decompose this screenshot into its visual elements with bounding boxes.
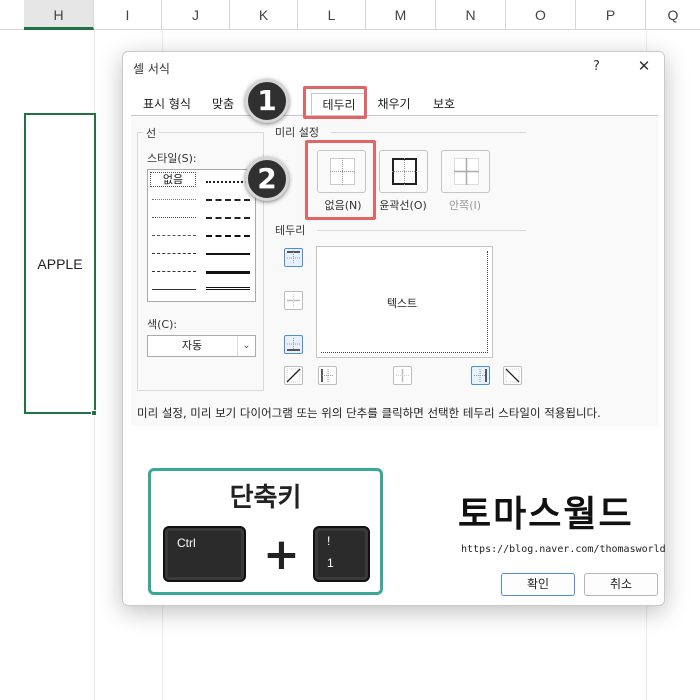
fill-handle[interactable] (91, 410, 97, 416)
tab-protection[interactable]: 보호 (427, 93, 461, 115)
line-style-none[interactable]: 없음 (150, 172, 196, 187)
line-style-option[interactable] (152, 289, 196, 290)
line-style-option[interactable] (152, 253, 196, 254)
brand-url: https://blog.naver.com/thomasworld (461, 544, 666, 555)
border-diagonal-down-button[interactable] (503, 366, 522, 385)
column-header-h[interactable]: H (24, 0, 94, 30)
one-key-top-label: ! (327, 534, 331, 548)
color-value: 자동 (181, 339, 203, 352)
border-right-icon (474, 369, 487, 382)
line-style-option[interactable] (206, 181, 250, 183)
line-group-title: 선 (143, 125, 160, 141)
border-left-button[interactable] (318, 366, 337, 385)
style-label: 스타일(S): (147, 152, 197, 165)
border-diagonal-up-button[interactable] (284, 366, 303, 385)
border-right-button[interactable] (471, 366, 490, 385)
shortcut-title: 단축키 (229, 483, 302, 513)
group-border (137, 390, 264, 391)
column-header-l[interactable]: L (298, 0, 366, 30)
preset-inside-label: 안쪽(I) (448, 199, 482, 212)
close-button[interactable]: ✕ (631, 54, 657, 78)
group-border (137, 132, 138, 390)
step-badge-1: 1 (245, 79, 289, 123)
border-top-icon (287, 251, 300, 264)
line-style-option[interactable] (206, 287, 250, 290)
ok-button[interactable]: 확인 (501, 573, 575, 596)
highlight-border-tab (303, 86, 367, 119)
color-dropdown[interactable]: 자동 ⌄ (147, 335, 256, 357)
description-text: 미리 설정, 미리 보기 다이어그램 또는 위의 단추를 클릭하면 선택한 테두… (137, 406, 601, 420)
border-top-button[interactable] (284, 248, 303, 267)
border-middle-icon (287, 294, 300, 307)
step-badge-2: 2 (245, 157, 289, 201)
column-header-k[interactable]: K (230, 0, 298, 30)
preview-text: 텍스트 (386, 297, 418, 310)
border-preview[interactable]: 텍스트 (316, 246, 493, 358)
chevron-down-icon[interactable]: ⌄ (237, 336, 255, 356)
column-header-o[interactable]: O (506, 0, 576, 30)
preset-outline-label: 윤곽선(O) (379, 199, 427, 212)
column-header-bar: H I J K L M N O P Q (0, 0, 700, 30)
cancel-button[interactable]: 취소 (584, 573, 658, 596)
brand-logo-text: 토마스월드 (458, 494, 634, 535)
border-left-icon (321, 369, 334, 382)
line-style-option[interactable] (206, 235, 250, 237)
line-style-option[interactable] (206, 199, 250, 201)
line-style-option[interactable] (152, 199, 196, 200)
border-middle-button[interactable] (284, 291, 303, 310)
tab-number-format[interactable]: 표시 형식 (137, 93, 197, 115)
preset-inside-button[interactable] (441, 150, 490, 193)
column-header-n[interactable]: N (436, 0, 506, 30)
column-header-i[interactable]: I (94, 0, 162, 30)
column-header-j[interactable]: J (162, 0, 230, 30)
color-label: 색(C): (147, 318, 178, 331)
line-style-option[interactable] (152, 235, 196, 236)
border-inside-icon (454, 158, 479, 185)
border-group-title: 테두리 (275, 224, 306, 237)
cell-value: APPLE (37, 255, 83, 272)
border-bottom-icon (287, 338, 300, 351)
highlight-preset-none (305, 140, 376, 220)
column-header-m[interactable]: M (366, 0, 436, 30)
help-button[interactable]: ? (593, 59, 600, 74)
line-style-option[interactable] (206, 253, 250, 255)
border-bottom-button[interactable] (284, 335, 303, 354)
divider (331, 132, 526, 133)
presets-title: 미리 설정 (275, 126, 319, 139)
line-style-option[interactable] (152, 217, 196, 218)
format-cells-dialog: 셀 서식 ? ✕ 표시 형식 맞춤 테두리 채우기 보호 선 스타일(S): 없… (122, 51, 666, 606)
plus-sign: + (263, 529, 300, 580)
line-style-option[interactable] (206, 217, 250, 219)
tab-alignment[interactable]: 맞춤 (205, 93, 241, 115)
one-key: ! 1 (313, 526, 370, 582)
line-style-list[interactable]: 없음 (147, 169, 256, 302)
diagonal-down-icon (505, 368, 520, 383)
diagonal-up-icon (286, 368, 301, 383)
line-style-option[interactable] (206, 271, 250, 274)
column-header-q[interactable]: Q (646, 0, 700, 30)
selected-cell[interactable]: APPLE (24, 113, 96, 414)
one-key-bottom-label: 1 (327, 556, 334, 570)
tab-fill[interactable]: 채우기 (371, 93, 417, 115)
ctrl-key: Ctrl (163, 526, 246, 582)
column-header-p[interactable]: P (576, 0, 646, 30)
border-outline-icon (392, 158, 417, 185)
border-center-button[interactable] (393, 366, 412, 385)
ctrl-key-label: Ctrl (177, 536, 196, 550)
line-style-option[interactable] (152, 271, 196, 272)
dialog-title: 셀 서식 (133, 62, 170, 76)
divider (317, 230, 526, 231)
shortcut-card: 단축키 Ctrl + ! 1 (148, 468, 383, 595)
border-center-icon (396, 369, 409, 382)
preset-outline-button[interactable] (379, 150, 428, 193)
